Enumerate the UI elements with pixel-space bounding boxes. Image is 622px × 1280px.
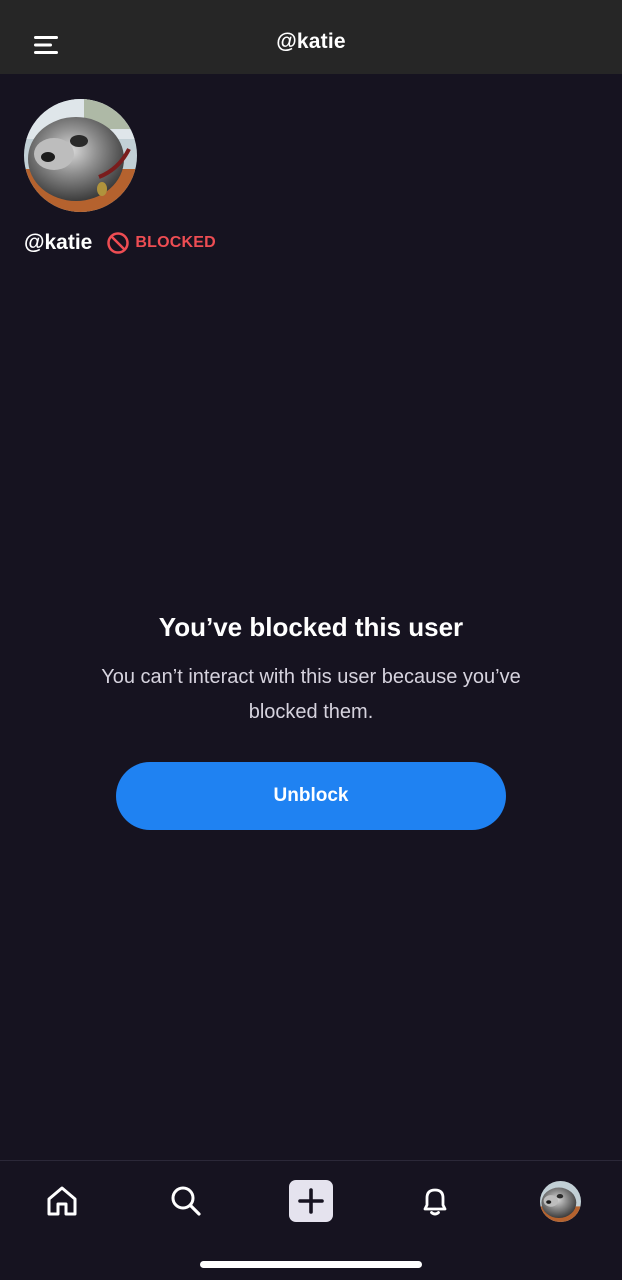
blocked-message-body: You can’t interact with this user becaus… (101, 666, 521, 723)
bell-icon (423, 1188, 447, 1216)
search-icon (171, 1186, 201, 1216)
page-title: @katie (276, 30, 346, 53)
blocked-icon (107, 232, 130, 254)
nav-notifications[interactable] (413, 1179, 457, 1223)
profile-handle: @katie (24, 231, 93, 254)
profile-avatar[interactable] (24, 99, 137, 212)
blocked-badge: BLOCKED (106, 231, 216, 255)
nav-home[interactable] (40, 1179, 84, 1223)
home-indicator (200, 1261, 422, 1268)
nav-search[interactable] (164, 1179, 208, 1223)
nav-create-post[interactable] (289, 1179, 333, 1223)
avatar-photo (24, 99, 137, 212)
unblock-button[interactable]: Unblock (116, 762, 506, 830)
nav-profile[interactable] (538, 1179, 582, 1223)
screen: @katie @katie BLOCKED You’ve blocked thi… (0, 0, 622, 1280)
profile-handle-row: @katie BLOCKED (24, 229, 216, 257)
blocked-message-title: You’ve blocked this user (158, 612, 464, 642)
plus-icon (289, 1180, 333, 1222)
avatar-photo-small (539, 1180, 581, 1222)
home-icon (47, 1186, 77, 1216)
avatar (539, 1180, 581, 1222)
header-bar: @katie (0, 0, 622, 74)
blocked-label: BLOCKED (135, 234, 216, 251)
